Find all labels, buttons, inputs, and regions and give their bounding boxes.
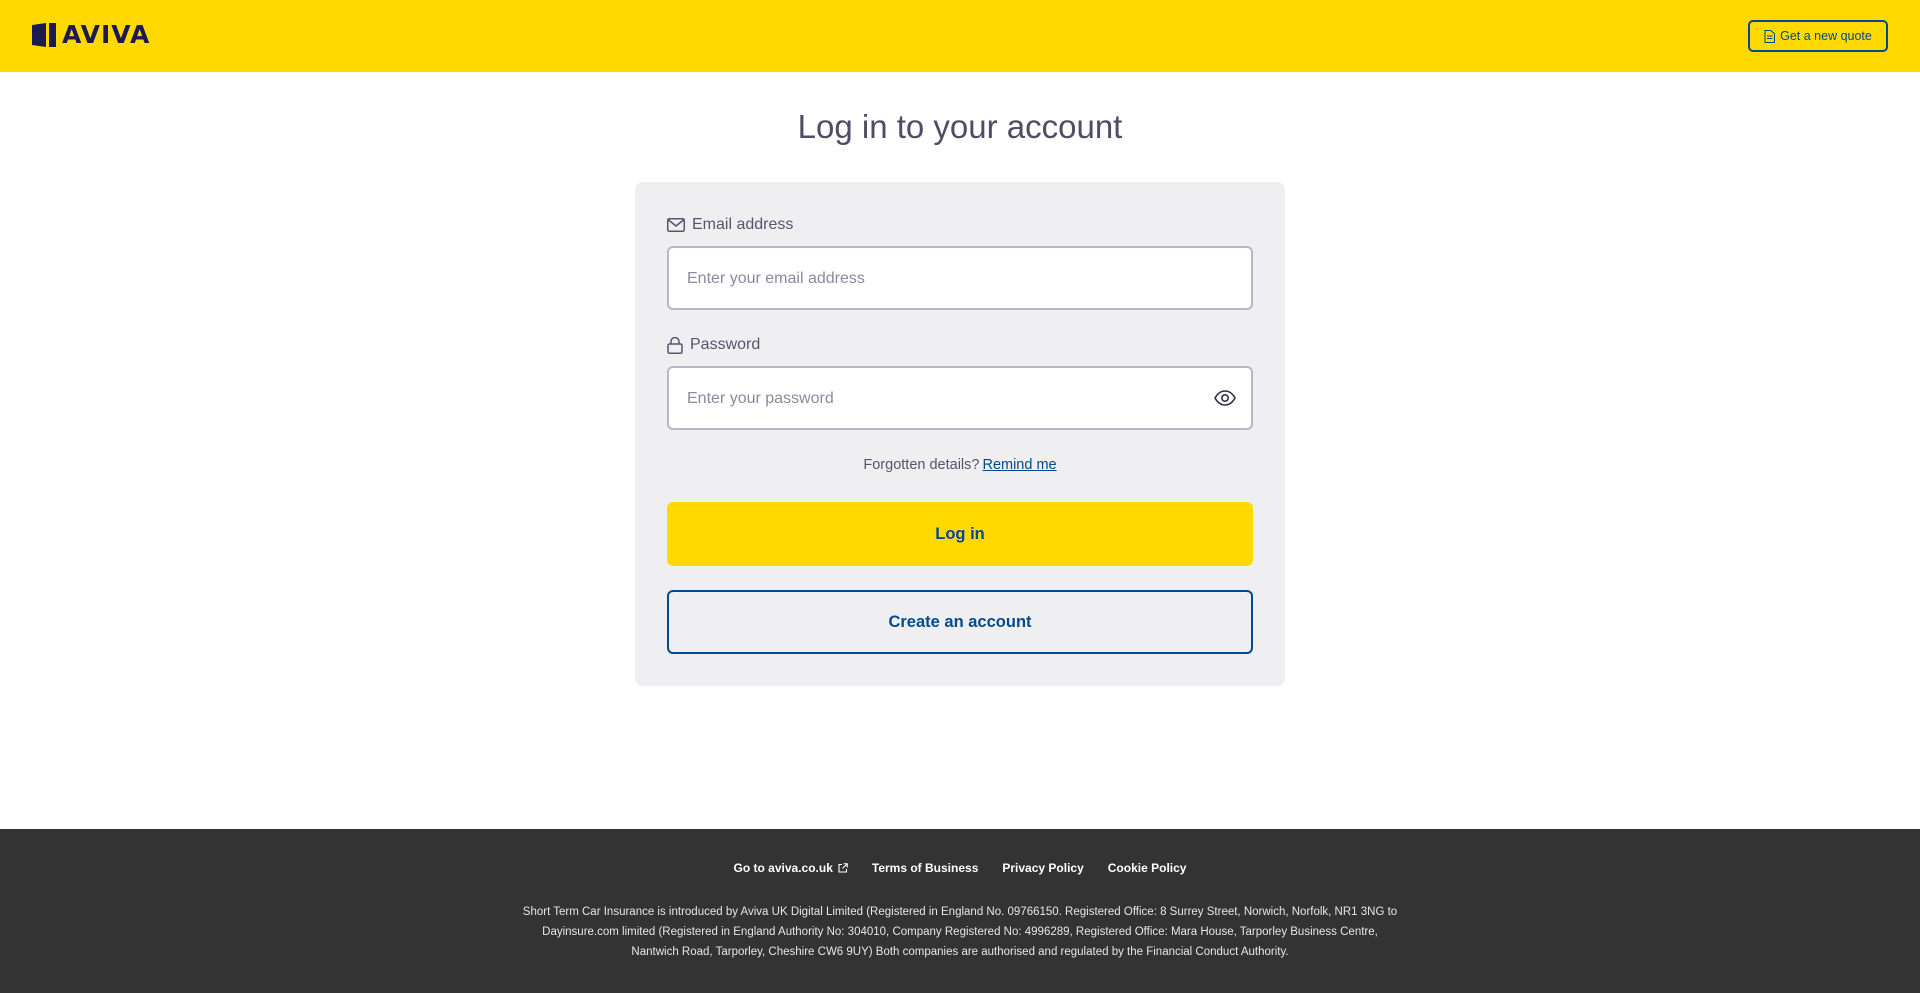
lock-icon — [667, 336, 683, 354]
login-card: Email address Password Forgotten details… — [635, 182, 1285, 686]
email-label: Email address — [667, 216, 793, 234]
log-in-button[interactable]: Log in — [667, 502, 1253, 566]
create-account-button[interactable]: Create an account — [667, 590, 1253, 654]
footer-legal-line: Short Term Car Insurance is introduced b… — [522, 906, 1398, 918]
show-password-toggle[interactable] — [1213, 387, 1237, 409]
footer-link-aviva[interactable]: Go to aviva.co.uk — [734, 861, 848, 875]
footer-legal-line: Nantwich Road, Tarporley, Cheshire CW6 9… — [631, 946, 1289, 958]
document-icon — [1764, 29, 1776, 43]
site-footer: Go to aviva.co.uk Terms of Business Priv… — [0, 829, 1920, 993]
footer-link-terms[interactable]: Terms of Business — [872, 861, 978, 875]
footer-legal-line: Dayinsure.com limited (Registered in Eng… — [542, 926, 1378, 938]
external-link-icon — [838, 863, 848, 873]
aviva-logo-icon — [32, 23, 56, 47]
forgotten-details: Forgotten details? Remind me — [635, 457, 1285, 473]
create-account-label: Create an account — [888, 612, 1032, 631]
site-header: AVIVA Get a new quote — [0, 0, 1920, 72]
password-label: Password — [667, 336, 760, 354]
footer-link-aviva-label: Go to aviva.co.uk — [733, 861, 833, 875]
get-new-quote-button[interactable]: Get a new quote — [1748, 20, 1888, 52]
password-field-wrapper — [667, 366, 1253, 430]
envelope-icon — [667, 218, 685, 232]
remind-me-link[interactable]: Remind me — [982, 457, 1056, 473]
email-label-text: Email address — [692, 216, 794, 233]
forgotten-details-text: Forgotten details? — [863, 457, 980, 473]
password-input[interactable] — [685, 368, 1189, 430]
brand-name: AVIVA — [62, 20, 151, 49]
footer-link-privacy[interactable]: Privacy Policy — [1002, 861, 1083, 875]
email-field-wrapper — [667, 246, 1253, 310]
page-title: Log in to your account — [797, 108, 1123, 145]
email-input[interactable] — [685, 248, 1189, 310]
footer-link-cookie[interactable]: Cookie Policy — [1108, 861, 1187, 875]
get-new-quote-label: Get a new quote — [1780, 29, 1872, 43]
password-label-text: Password — [690, 336, 761, 353]
aviva-logo[interactable]: AVIVA — [32, 22, 150, 48]
log-in-label: Log in — [935, 524, 985, 543]
footer-links: Go to aviva.co.uk Terms of Business Priv… — [0, 861, 1920, 875]
footer-legal-text: Short Term Car Insurance is introduced b… — [500, 902, 1420, 962]
eye-icon — [1214, 390, 1236, 406]
